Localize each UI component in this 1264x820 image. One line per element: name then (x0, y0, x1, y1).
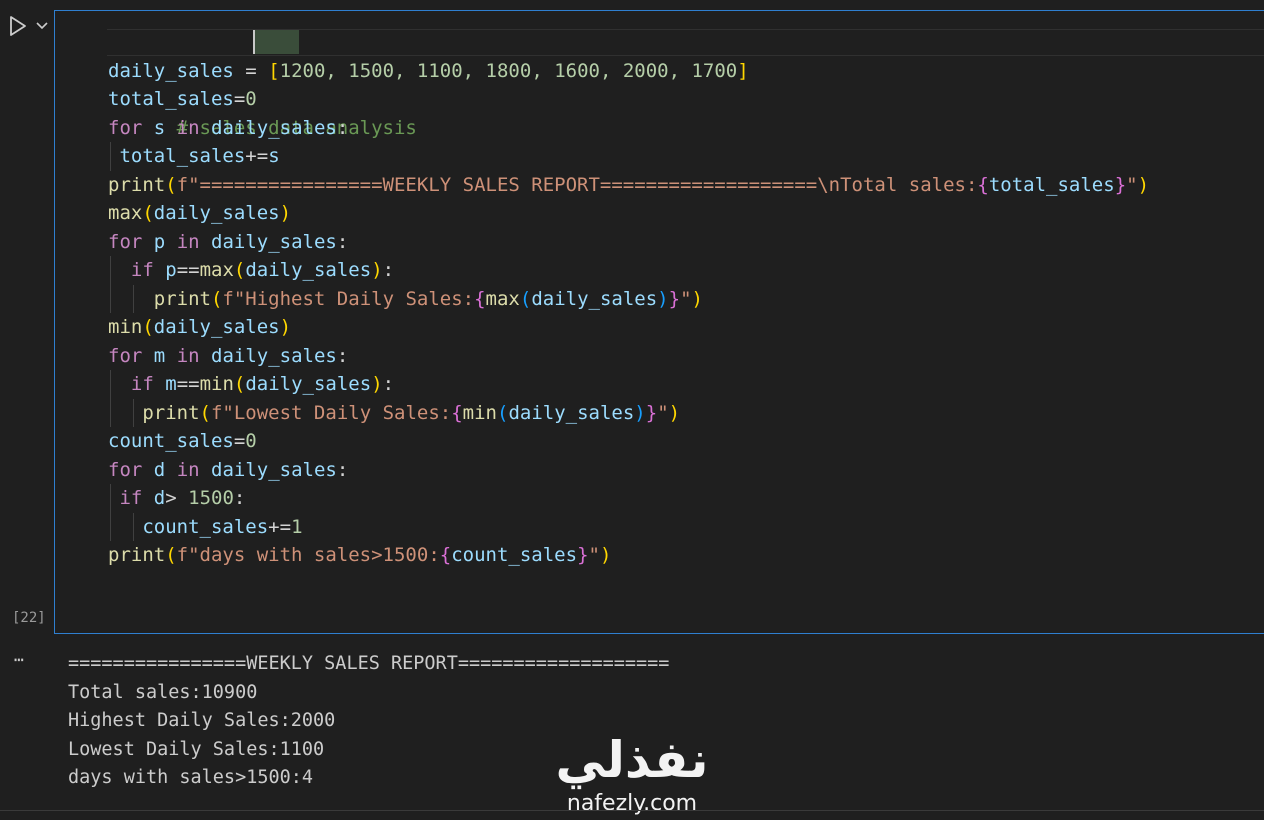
code-line: for d in daily_sales: (108, 458, 349, 481)
code-line: if p==max(daily_sales): (108, 256, 1149, 285)
code-line: max(daily_sales) (108, 202, 292, 224)
highest-string: f"Highest Daily Sales: (222, 287, 475, 310)
cell-divider (0, 810, 1264, 811)
code-line: print(f"Highest Daily Sales:{max(daily_s… (108, 284, 1149, 313)
code-line: # sales data analysis (108, 28, 1149, 139)
watermark-url: nafezly.com (566, 791, 698, 816)
code-line: print(f"Lowest Daily Sales:{min(daily_sa… (108, 398, 1149, 427)
output-line: Total sales:10900 (68, 681, 258, 703)
code-line: count_sales+=1 (108, 512, 1149, 541)
code-line: if d> 1500: (108, 484, 1149, 513)
output-line: ================WEEKLY SALES REPORT=====… (68, 653, 670, 674)
chevron-down-icon[interactable] (34, 17, 50, 33)
code-line: print(f"================WEEKLY SALES REP… (108, 173, 1150, 196)
code-area[interactable]: # sales data analysis daily_sales = [120… (108, 28, 1149, 570)
run-cell-button[interactable] (8, 14, 28, 38)
play-icon (10, 16, 26, 36)
execution-count: [22] (12, 610, 46, 626)
code-line: min(daily_sales) (108, 316, 292, 338)
watermark-arabic: نفذلي (555, 731, 709, 789)
header-string: f"================WEEKLY SALES REPORT===… (176, 173, 978, 196)
code-line: daily_sales = [1200, 1500, 1100, 1800, 1… (108, 59, 749, 82)
lowest-string: f"Lowest Daily Sales: (210, 401, 452, 424)
code-line: total_sales=0 (108, 88, 257, 110)
sales-values: 1200, 1500, 1100, 1800, 1600, 2000, 1700 (279, 59, 738, 82)
code-cell-editor[interactable]: # sales data analysis daily_sales = [120… (54, 10, 1264, 634)
code-line: for m in daily_sales: (108, 344, 349, 367)
days-string: f"days with sales>1500: (176, 544, 440, 566)
code-line: count_sales=0 (108, 430, 257, 452)
word-highlight (253, 30, 299, 54)
ellipsis-icon[interactable]: ⋯ (14, 650, 25, 669)
watermark-logo: نفذلي nafezly.com (552, 730, 712, 820)
code-line: for s in daily_sales: (108, 116, 349, 139)
text-cursor (253, 30, 255, 54)
code-line: if m==min(daily_sales): (108, 370, 1149, 399)
code-line: for p in daily_sales: (108, 230, 349, 253)
code-line: print(f"days with sales>1500:{count_sale… (108, 544, 612, 566)
code-line: total_sales+=s (108, 142, 1149, 171)
